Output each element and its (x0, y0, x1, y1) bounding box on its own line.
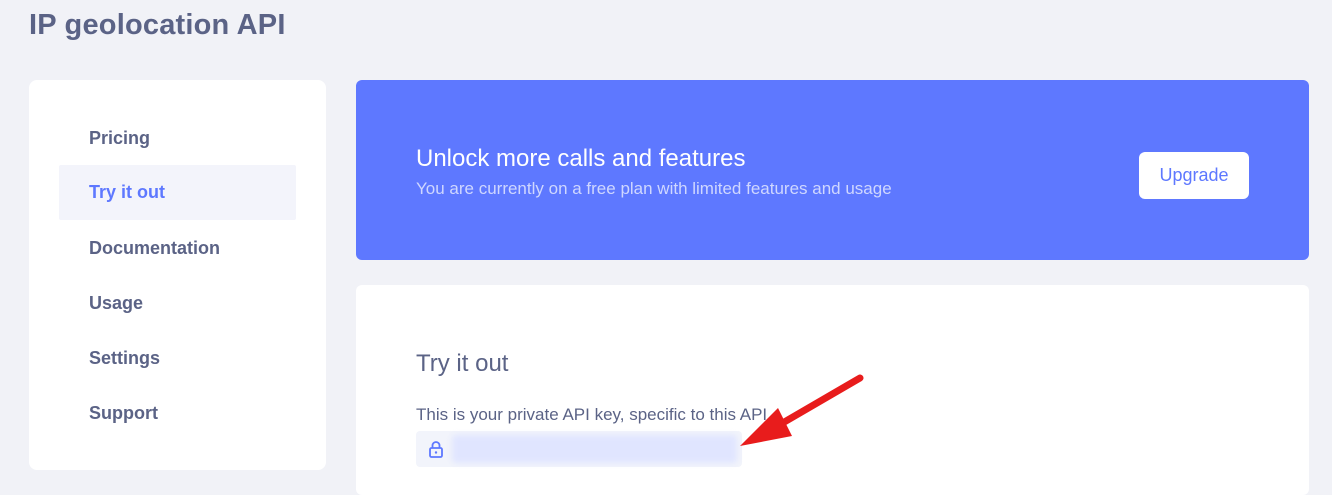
lock-icon (429, 441, 443, 458)
api-key-value-redacted[interactable] (452, 435, 737, 463)
try-it-out-card: Try it out This is your private API key,… (356, 285, 1309, 495)
sidebar-item-usage[interactable]: Usage (59, 276, 296, 331)
section-title: Try it out (416, 350, 509, 377)
sidebar: Pricing Try it out Documentation Usage S… (29, 80, 326, 470)
sidebar-item-pricing[interactable]: Pricing (59, 111, 296, 166)
sidebar-item-try-it-out[interactable]: Try it out (59, 165, 296, 220)
upgrade-banner: Unlock more calls and features You are c… (356, 80, 1309, 260)
banner-subtitle: You are currently on a free plan with li… (416, 179, 892, 198)
api-key-field[interactable] (416, 431, 742, 467)
sidebar-item-documentation[interactable]: Documentation (59, 221, 296, 276)
api-key-description: This is your private API key, specific t… (416, 405, 768, 424)
sidebar-item-support[interactable]: Support (59, 386, 296, 441)
sidebar-item-settings[interactable]: Settings (59, 331, 296, 386)
banner-title: Unlock more calls and features (416, 145, 746, 172)
upgrade-button[interactable]: Upgrade (1139, 152, 1249, 199)
page-title: IP geolocation API (29, 9, 286, 41)
